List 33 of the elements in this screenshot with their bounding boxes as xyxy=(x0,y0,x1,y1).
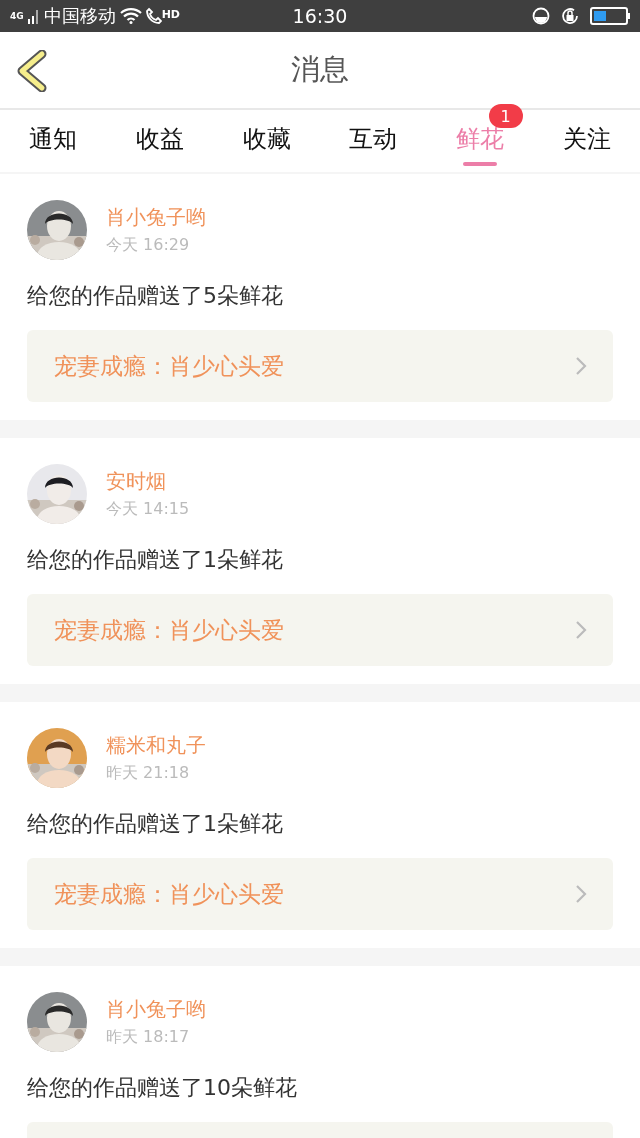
timestamp: 今天 16:29 xyxy=(106,235,191,256)
tab[interactable]: 关注 xyxy=(533,110,640,172)
timestamp: 昨天 18:17 xyxy=(106,1027,191,1048)
timestamp: 今天 14:15 xyxy=(106,499,190,520)
message-text: 给您的作品赠送了1朵鲜花 xyxy=(27,546,284,574)
count-badge: 1 xyxy=(488,104,523,128)
user-name: 肖小兔子哟 xyxy=(106,996,206,1023)
back-icon[interactable] xyxy=(16,50,48,92)
user-name: 安时烟 xyxy=(106,468,167,495)
user-name: 肖小兔子哟 xyxy=(106,204,206,231)
rotation-lock-icon xyxy=(560,6,580,26)
tab[interactable]: 收藏 xyxy=(213,110,320,172)
chevron-right-icon xyxy=(575,620,587,640)
page-title: 消息 xyxy=(291,51,349,88)
message-text: 给您的作品赠送了10朵鲜花 xyxy=(27,1074,298,1102)
tab[interactable]: 互动 xyxy=(320,110,427,172)
battery-icon xyxy=(590,7,630,25)
chevron-right-icon xyxy=(575,356,587,376)
message-text: 给您的作品赠送了1朵鲜花 xyxy=(27,810,284,838)
tab[interactable]: 通知 xyxy=(0,110,107,172)
carrier-name: 中国移动 xyxy=(43,4,116,28)
eye-care-icon xyxy=(532,7,550,25)
chevron-right-icon xyxy=(575,884,587,904)
wifi-icon xyxy=(119,8,142,24)
user-name: 糯米和丸子 xyxy=(106,732,206,759)
phone-icon xyxy=(145,7,162,25)
hd-label: HD xyxy=(161,8,180,21)
timestamp: 昨天 21:18 xyxy=(106,763,191,784)
network-type: 4G xyxy=(10,11,24,21)
message-text: 给您的作品赠送了5朵鲜花 xyxy=(27,282,284,310)
signal-icon xyxy=(27,8,40,24)
clock: 16:30 xyxy=(292,5,348,27)
tab[interactable]: 收益 xyxy=(106,110,214,172)
